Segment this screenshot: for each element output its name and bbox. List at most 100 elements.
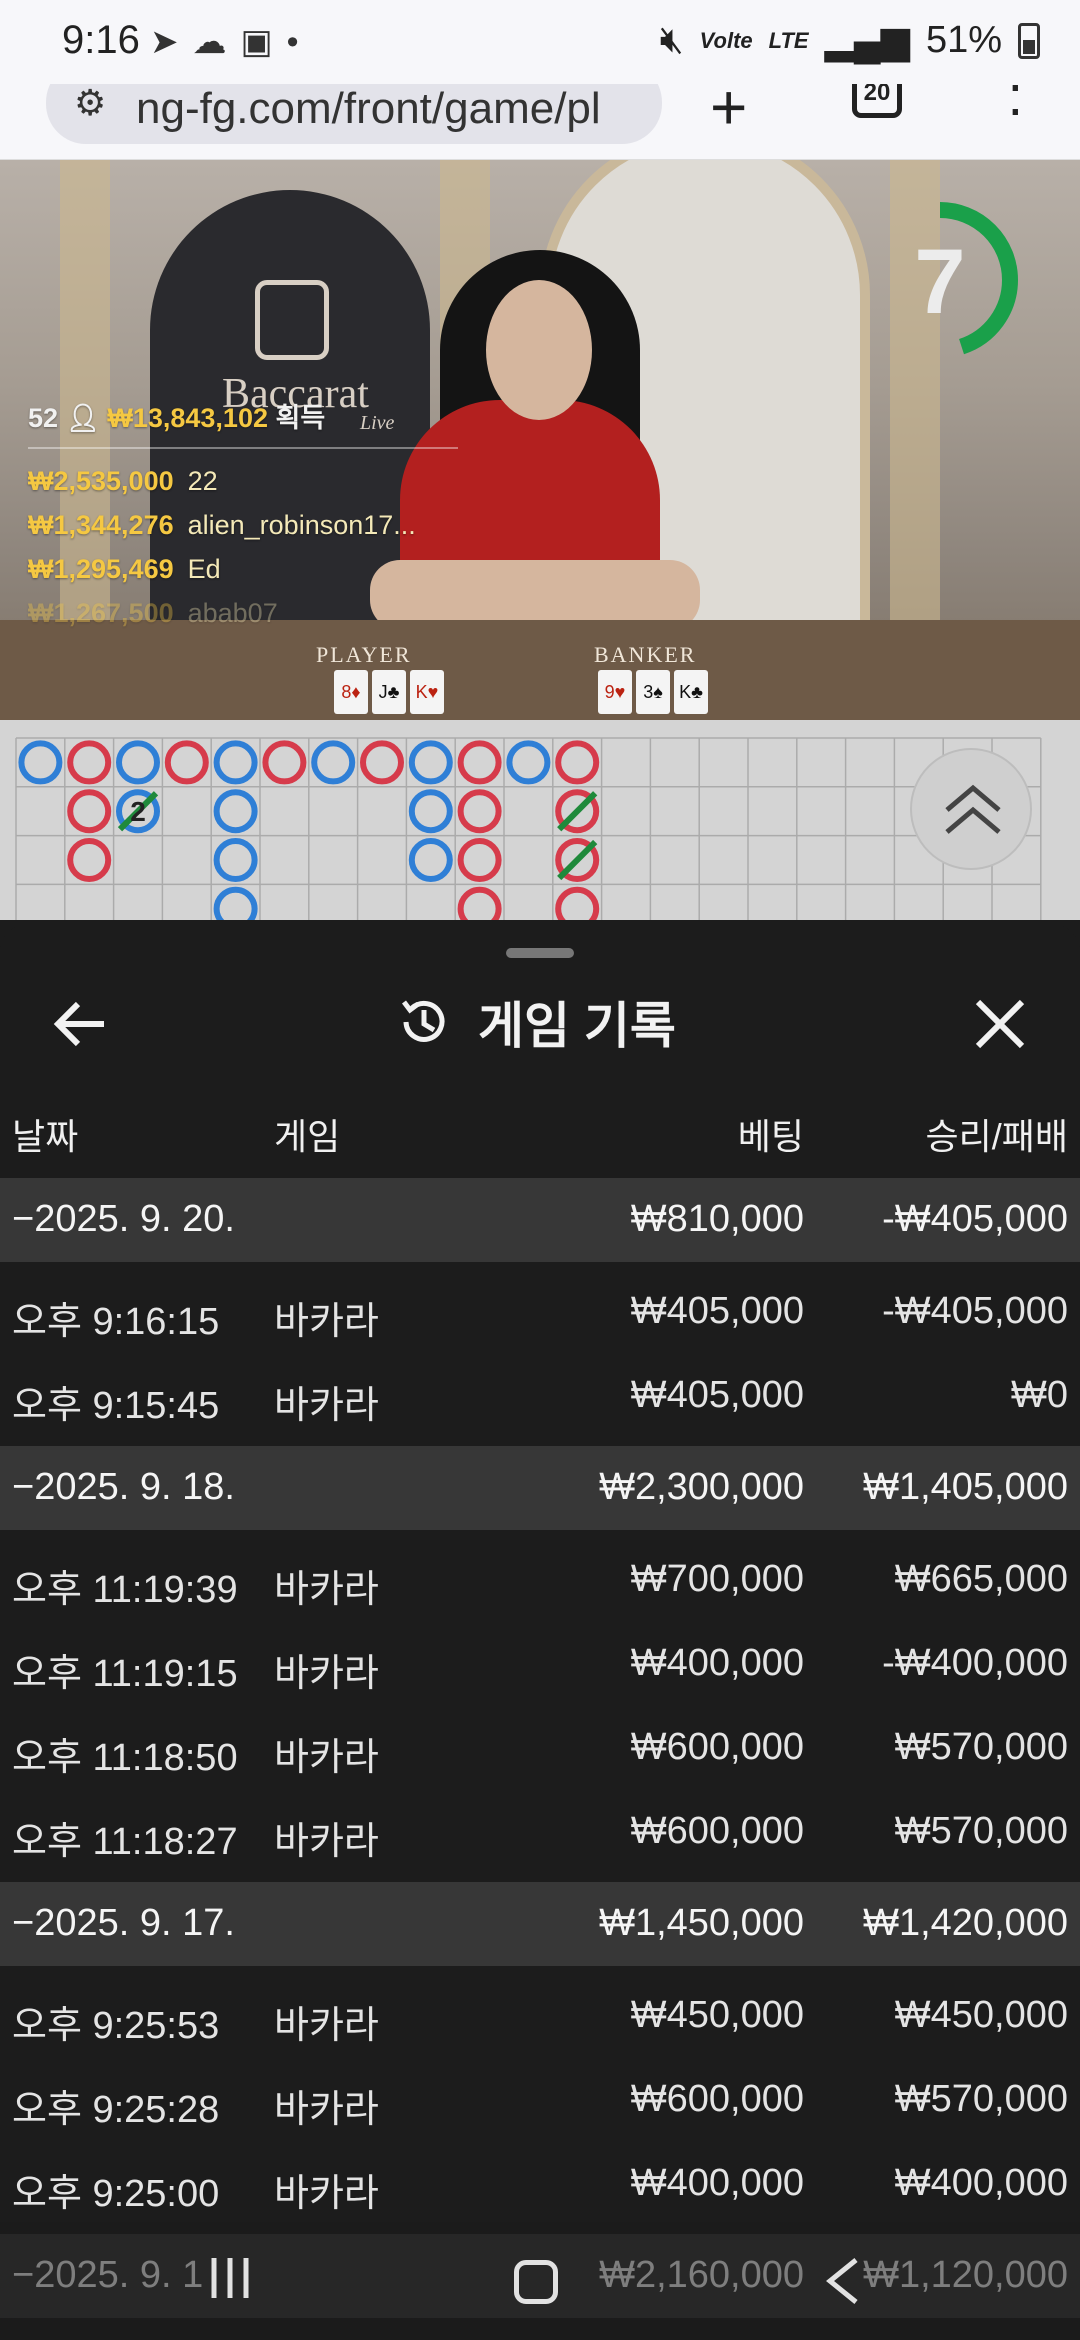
banker-bead xyxy=(555,740,600,785)
row-game: 바카라 xyxy=(274,2173,379,2215)
banker-bead xyxy=(457,886,502,931)
home-icon[interactable] xyxy=(514,2260,558,2304)
banker-bead xyxy=(67,740,112,785)
group-winloss-total: ₩1,405,000 xyxy=(863,1466,1068,1508)
total-win-amount: ₩13,843,102 xyxy=(107,403,268,433)
battery-text: 51% xyxy=(925,19,1002,61)
banker-bead xyxy=(164,740,209,785)
player-bead xyxy=(408,740,453,785)
winner-row: ₩1,295,469 Ed xyxy=(28,547,458,591)
row-winloss: -₩400,000 xyxy=(882,1642,1068,1684)
player-bead xyxy=(18,740,63,785)
history-row[interactable]: 오후 11:19:15 바카라 ₩400,000 -₩400,000 xyxy=(0,1622,1080,1706)
row-game: 바카라 xyxy=(274,2089,379,2131)
history-row[interactable]: 오후 11:19:39 바카라 ₩700,000 ₩665,000 xyxy=(0,1538,1080,1622)
player-card: K♥ xyxy=(410,670,444,714)
address-bar[interactable]: ⚙ ng-fg.com/front/game/pl xyxy=(46,84,662,144)
row-bet: ₩450,000 xyxy=(630,1994,804,2036)
row-game: 바카라 xyxy=(274,1301,379,1343)
winner-name: Ed xyxy=(187,554,221,584)
player-card: J♣ xyxy=(372,670,406,714)
history-row[interactable]: 오후 9:25:53 바카라 ₩450,000 ₩450,000 xyxy=(0,1974,1080,2058)
close-icon[interactable] xyxy=(970,994,1030,1054)
row-bet: ₩405,000 xyxy=(630,1374,804,1416)
winner-amount: ₩1,344,276 xyxy=(28,510,174,540)
row-winloss: ₩570,000 xyxy=(894,2078,1068,2120)
group-bet-total: ₩2,300,000 xyxy=(599,1466,804,1508)
date-group-header[interactable]: −2025. 9. 18. ₩2,300,000 ₩1,405,000 xyxy=(0,1446,1080,1530)
group-date: −2025. 9. 20. xyxy=(12,1198,235,1240)
live-video-stream[interactable]: Baccarat Live PLAYER BANKER 8♦ J♣ K♥ 9♥ … xyxy=(0,160,1080,720)
history-row[interactable]: 오후 9:15:45 바카라 ₩405,000 ₩0 xyxy=(0,1354,1080,1438)
player-bead xyxy=(213,838,258,882)
row-winloss: -₩405,000 xyxy=(882,1290,1068,1332)
chevron-up-icon xyxy=(945,784,1001,834)
row-time: 오후 11:18:27 xyxy=(12,1821,238,1863)
lte-icon: LTE xyxy=(768,27,809,53)
banker-bead xyxy=(457,789,502,834)
browser-toolbar: ⚙ ng-fg.com/front/game/pl + 20 ·· xyxy=(0,84,1080,160)
winner-name: abab07 xyxy=(187,598,278,628)
battery-icon xyxy=(1018,22,1040,59)
row-game: 바카라 xyxy=(274,1737,379,1779)
column-bet: 베팅 xyxy=(737,1116,804,1157)
row-game: 바카라 xyxy=(274,2005,379,2047)
site-settings-icon[interactable]: ⚙ xyxy=(74,84,106,124)
new-tab-button[interactable]: + xyxy=(710,84,747,144)
row-time: 오후 9:15:45 xyxy=(12,1385,220,1427)
row-winloss: ₩400,000 xyxy=(894,2162,1068,2204)
row-game: 바카라 xyxy=(274,1385,379,1427)
tie-count: 2 xyxy=(130,796,146,827)
sheet-drag-handle[interactable] xyxy=(506,948,574,958)
player-label: PLAYER xyxy=(316,642,412,667)
row-time: 오후 9:25:00 xyxy=(12,2173,220,2215)
url-text[interactable]: ng-fg.com/front/game/pl xyxy=(136,84,601,134)
banker-bead xyxy=(67,789,112,834)
row-bet: ₩700,000 xyxy=(630,1558,804,1600)
history-row[interactable]: 오후 9:16:15 바카라 ₩405,000 -₩405,000 xyxy=(0,1270,1080,1354)
column-date: 날짜 xyxy=(12,1116,79,1157)
cloud-icon: ☁ xyxy=(192,23,227,61)
player-bead xyxy=(408,838,453,882)
row-time: 오후 9:25:53 xyxy=(12,2005,220,2047)
baccarat-logo-icon xyxy=(255,280,329,360)
back-arrow-icon[interactable] xyxy=(52,994,112,1054)
winner-row: ₩1,267,500 abab07 xyxy=(28,591,458,635)
player-bead xyxy=(311,740,356,785)
row-game: 바카라 xyxy=(274,1821,379,1863)
banker-card: 9♥ xyxy=(598,670,632,714)
expand-button[interactable] xyxy=(910,748,1032,870)
tab-switcher-button[interactable]: 20 xyxy=(852,84,902,118)
row-game: 바카라 xyxy=(274,1653,379,1695)
history-row[interactable]: 오후 9:25:28 바카라 ₩600,000 ₩570,000 xyxy=(0,2058,1080,2142)
divider xyxy=(28,447,458,449)
player-bead xyxy=(213,740,258,785)
dot-icon: • xyxy=(286,22,299,61)
history-row[interactable]: 오후 11:18:27 바카라 ₩600,000 ₩570,000 xyxy=(0,1790,1080,1874)
group-date: −2025. 9. 18. xyxy=(12,1466,235,1508)
browser-menu-icon[interactable]: ·· xyxy=(1006,84,1025,136)
winner-amount: ₩2,535,000 xyxy=(28,466,174,496)
banker-bead xyxy=(457,838,502,882)
winner-amount: ₩1,295,469 xyxy=(28,554,174,584)
total-win-summary: 52 👤︎ ₩13,843,102 획득 xyxy=(28,396,458,435)
winners-overlay: 52 👤︎ ₩13,843,102 획득 ₩2,535,000 22 ₩1,344… xyxy=(28,396,458,635)
history-row[interactable]: 오후 9:25:00 바카라 ₩400,000 ₩400,000 xyxy=(0,2142,1080,2226)
history-row[interactable]: 오후 11:18:50 바카라 ₩600,000 ₩570,000 xyxy=(0,1706,1080,1790)
recent-apps-icon[interactable] xyxy=(208,2256,252,2300)
players-icon: 👤︎ xyxy=(65,403,100,433)
date-group-header[interactable]: −2025. 9. 20. ₩810,000 -₩405,000 xyxy=(0,1178,1080,1262)
date-group-header[interactable]: −2025. 9. 17. ₩1,450,000 ₩1,420,000 xyxy=(0,1882,1080,1966)
row-bet: ₩600,000 xyxy=(630,2078,804,2120)
history-list: −2025. 9. 20. ₩810,000 -₩405,000 오후 9:16:15… xyxy=(0,1178,1080,2318)
player-bead xyxy=(213,886,258,931)
banker-bead xyxy=(67,838,112,882)
row-winloss: ₩0 xyxy=(1011,1374,1068,1416)
row-game: 바카라 xyxy=(274,1569,379,1611)
signal-icon: ▂▄▆ xyxy=(824,20,910,62)
game-history-sheet: 게임 기록 날짜 게임 베팅 승리/패배 −2025. 9. 20. ₩810,0… xyxy=(0,924,1080,2340)
banker-bead xyxy=(555,886,600,931)
row-bet: ₩600,000 xyxy=(630,1810,804,1852)
system-back-icon[interactable] xyxy=(820,2256,864,2306)
status-bar: 9:16 ➤ ☁ ▣ • 🔇︎ Volte LTE ▂▄▆ 51% xyxy=(0,0,1080,84)
